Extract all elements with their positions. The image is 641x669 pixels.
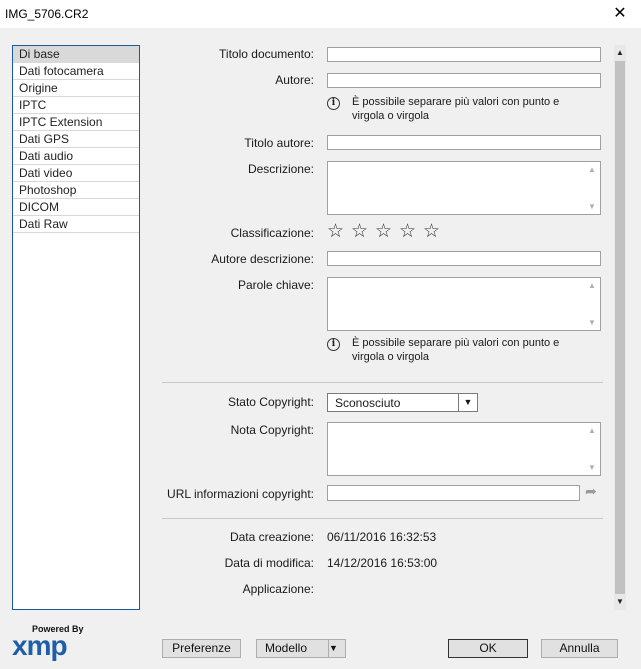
autore-label: Autore: bbox=[275, 73, 314, 87]
stato-copyright-select[interactable]: Sconosciuto ▼ bbox=[327, 393, 478, 412]
section-divider bbox=[162, 382, 603, 383]
title-bar: IMG_5706.CR2 ✕ bbox=[0, 0, 641, 28]
parole-chiave-label: Parole chiave: bbox=[237, 278, 314, 292]
nav-item-dati-fotocamera[interactable]: Dati fotocamera bbox=[13, 63, 139, 80]
go-to-url-icon[interactable]: ➦ bbox=[585, 483, 597, 500]
data-modifica-label: Data di modifica: bbox=[224, 556, 314, 570]
nav-item-iptc[interactable]: IPTC bbox=[13, 97, 139, 114]
info-icon: i bbox=[327, 338, 340, 351]
rating-stars: ☆ ☆ ☆ ☆ ☆ bbox=[327, 222, 447, 242]
nav-item-di-base[interactable]: Di base bbox=[13, 46, 139, 63]
nav-item-dati-audio[interactable]: Dati audio bbox=[13, 148, 139, 165]
scroll-down-icon[interactable]: ▼ bbox=[588, 463, 596, 472]
nav-item-dati-gps[interactable]: Dati GPS bbox=[13, 131, 139, 148]
scroll-up-icon[interactable]: ▲ bbox=[588, 281, 596, 290]
logo-wordmark: xmp bbox=[12, 630, 68, 661]
nav-item-dicom[interactable]: DICOM bbox=[13, 199, 139, 216]
titolo-autore-input[interactable] bbox=[327, 135, 601, 150]
section-divider bbox=[162, 518, 603, 519]
descrizione-label: Descrizione: bbox=[247, 162, 314, 176]
star-icon[interactable]: ☆ bbox=[375, 222, 399, 242]
nota-copyright-label: Nota Copyright: bbox=[230, 423, 314, 437]
modello-button-label: Modello bbox=[265, 641, 308, 655]
nav-item-dati-video[interactable]: Dati video bbox=[13, 165, 139, 182]
xmp-logo: Powered By xmp bbox=[12, 624, 84, 661]
nav-item-photoshop[interactable]: Photoshop bbox=[13, 182, 139, 199]
annulla-button[interactable]: Annulla bbox=[541, 639, 618, 658]
ok-button[interactable]: OK bbox=[448, 639, 528, 658]
form-scrollbar[interactable]: ▲ ▼ bbox=[614, 45, 626, 610]
url-copyright-input[interactable] bbox=[327, 485, 580, 501]
titolo-documento-input[interactable] bbox=[327, 47, 601, 62]
nota-copyright-textarea[interactable]: ▲ ▼ bbox=[327, 422, 601, 476]
scroll-down-icon[interactable]: ▼ bbox=[588, 318, 596, 327]
modello-button[interactable]: Modello ▼ bbox=[256, 639, 346, 658]
autore-input[interactable] bbox=[327, 73, 601, 88]
classificazione-label: Classificazione: bbox=[230, 226, 314, 240]
scroll-up-icon[interactable]: ▲ bbox=[588, 426, 596, 435]
titolo-autore-label: Titolo autore: bbox=[244, 136, 314, 150]
star-icon[interactable]: ☆ bbox=[351, 222, 375, 242]
descrizione-scrollbar[interactable]: ▲ ▼ bbox=[584, 162, 600, 214]
star-icon[interactable]: ☆ bbox=[327, 222, 351, 242]
window-title: IMG_5706.CR2 bbox=[5, 7, 89, 21]
scroll-up-icon[interactable]: ▲ bbox=[614, 46, 626, 60]
titolo-documento-label: Titolo documento: bbox=[219, 47, 314, 61]
nota-copyright-scrollbar[interactable]: ▲ ▼ bbox=[584, 423, 600, 475]
star-icon[interactable]: ☆ bbox=[399, 222, 423, 242]
autore-hint-text: È possibile separare più valori con punt… bbox=[352, 96, 560, 122]
info-icon: i bbox=[327, 97, 340, 110]
nav-item-iptc-extension[interactable]: IPTC Extension bbox=[13, 114, 139, 131]
parole-chiave-hint-text: È possibile separare più valori con punt… bbox=[352, 337, 560, 363]
scroll-down-icon[interactable]: ▼ bbox=[614, 595, 626, 609]
parole-chiave-scrollbar[interactable]: ▲ ▼ bbox=[584, 278, 600, 330]
descrizione-textarea[interactable]: ▲ ▼ bbox=[327, 161, 601, 215]
autore-descrizione-input[interactable] bbox=[327, 251, 601, 266]
nav-item-dati-raw[interactable]: Dati Raw bbox=[13, 216, 139, 233]
preferenze-button[interactable]: Preferenze bbox=[162, 639, 241, 658]
stato-copyright-label: Stato Copyright: bbox=[227, 395, 314, 409]
scrollbar-thumb[interactable] bbox=[615, 61, 625, 594]
category-list: Di base Dati fotocamera Origine IPTC IPT… bbox=[12, 45, 140, 610]
data-modifica-value: 14/12/2016 16:53:00 bbox=[327, 556, 438, 570]
scroll-down-icon[interactable]: ▼ bbox=[588, 202, 596, 211]
star-icon[interactable]: ☆ bbox=[423, 222, 447, 242]
data-creazione-value: 06/11/2016 16:32:53 bbox=[327, 530, 437, 544]
scroll-up-icon[interactable]: ▲ bbox=[588, 165, 596, 174]
nav-item-origine[interactable]: Origine bbox=[13, 80, 139, 97]
parole-chiave-textarea[interactable]: ▲ ▼ bbox=[327, 277, 601, 331]
chevron-down-icon[interactable]: ▼ bbox=[458, 394, 477, 411]
dialog-body: Di base Dati fotocamera Origine IPTC IPT… bbox=[0, 28, 641, 669]
chevron-down-icon[interactable]: ▼ bbox=[328, 640, 345, 657]
close-icon[interactable]: ✕ bbox=[609, 3, 631, 25]
stato-copyright-value: Sconosciuto bbox=[335, 396, 401, 410]
metadata-form: Titolo documento: Autore: i È possibile … bbox=[150, 45, 614, 610]
applicazione-label: Applicazione: bbox=[242, 582, 314, 596]
url-copyright-label: URL informazioni copyright: bbox=[167, 487, 314, 501]
autore-descrizione-label: Autore descrizione: bbox=[211, 252, 314, 266]
data-creazione-label: Data creazione: bbox=[229, 530, 314, 544]
